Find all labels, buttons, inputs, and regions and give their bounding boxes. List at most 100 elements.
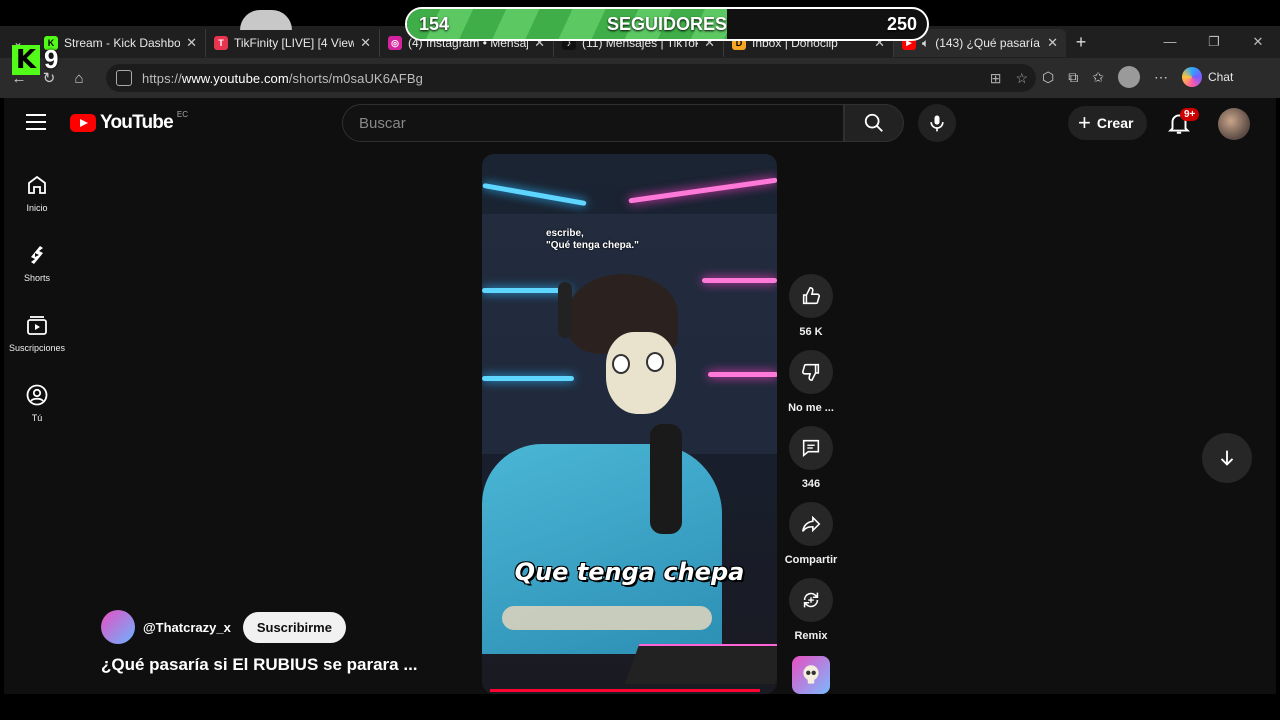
copilot-chat-button[interactable]: Chat: [1181, 67, 1234, 87]
home-icon: [28, 175, 46, 194]
sound-thumbnail[interactable]: [792, 656, 830, 694]
channel-info: @Thatcrazy_x Suscribirme: [101, 610, 346, 644]
favorite-star-icon[interactable]: ☆: [1015, 70, 1028, 87]
you-icon: [26, 384, 48, 406]
create-label: Crear: [1096, 115, 1134, 131]
comment-count: 346: [801, 478, 821, 490]
url-domain: www.youtube.com: [181, 70, 289, 86]
mini-guide: Inicio Shorts Suscripciones Tú: [4, 158, 70, 438]
tab-title: TikFinity [LIVE] [4 Viewers]: [234, 36, 354, 50]
tab-tikfinity[interactable]: T TikFinity [LIVE] [4 Viewers] ✕: [206, 29, 380, 57]
like-circle: [789, 274, 833, 318]
dislike-circle: [789, 350, 833, 394]
character-eye: [646, 352, 664, 372]
search-input[interactable]: [359, 114, 843, 132]
search-box: [342, 104, 844, 142]
rail-label: Suscripciones: [8, 343, 66, 353]
home-browser-icon[interactable]: ⌂: [64, 70, 94, 87]
neon-light: [482, 182, 587, 207]
tikfinity-favicon-icon: T: [214, 36, 228, 50]
rail-label: Tú: [31, 413, 43, 423]
remix-circle: [789, 578, 833, 622]
rail-item-shorts[interactable]: Shorts: [4, 228, 70, 298]
short-video-player[interactable]: escribe, "Qué tenga chepa." Que tenga ch…: [482, 154, 777, 694]
neon-light: [708, 372, 777, 377]
short-title[interactable]: ¿Qué pasaría si El RUBIUS se parara ...: [101, 655, 418, 675]
logo-text: YouTube: [100, 112, 174, 133]
next-short-button[interactable]: [1202, 433, 1252, 483]
video-caption: Que tenga chepa: [514, 558, 745, 586]
character-head: [568, 274, 678, 414]
youtube-masthead: YouTube EC + Crear 9+: [4, 98, 1276, 148]
profile-avatar[interactable]: [1117, 66, 1140, 88]
arrow-down-icon: [1220, 450, 1234, 466]
address-bar-actions: ⊞ ☆: [990, 70, 1028, 87]
tab-title: Stream - Kick Dashboard: [64, 36, 181, 50]
character-skull: [606, 332, 676, 414]
guide-menu-icon[interactable]: [26, 114, 46, 135]
site-info-icon[interactable]: [116, 70, 132, 86]
extensions-icon[interactable]: ⬡: [1042, 69, 1054, 86]
remix-button[interactable]: Remix: [787, 578, 835, 642]
notifications-button[interactable]: 9+: [1166, 108, 1200, 138]
restore-icon[interactable]: ❐: [1192, 34, 1236, 50]
url-text: https://www.youtube.com/shorts/m0saUK6AF…: [142, 71, 423, 86]
youtube-play-icon: [70, 114, 96, 132]
rail-item-inicio[interactable]: Inicio: [4, 158, 70, 228]
close-tab-icon[interactable]: ✕: [186, 35, 197, 51]
plus-icon: +: [1078, 110, 1091, 135]
overlay-avatar-fragment: [240, 10, 292, 30]
app-available-icon[interactable]: ⊞: [990, 70, 1002, 87]
speech-line: "Qué tenga chepa.": [546, 240, 639, 251]
character-eye: [612, 354, 630, 374]
split-screen-icon[interactable]: ⧉: [1068, 69, 1078, 86]
skull-icon: [803, 665, 819, 684]
speaker-icon[interactable]: 🔈︎: [922, 36, 929, 51]
rail-label: Shorts: [23, 273, 50, 283]
close-window-icon[interactable]: ✕: [1236, 34, 1280, 50]
new-tab-button[interactable]: +: [1066, 32, 1096, 53]
voice-search-button[interactable]: [918, 104, 956, 142]
share-icon: [801, 515, 821, 533]
search-button[interactable]: [844, 104, 904, 142]
browser-toolbar: ← ↻ ⌂ https://www.youtube.com/shorts/m0s…: [0, 58, 1280, 98]
close-tab-icon[interactable]: ✕: [360, 35, 371, 51]
dislike-icon: [801, 363, 820, 382]
comments-button[interactable]: 346: [787, 426, 835, 490]
youtube-logo[interactable]: YouTube EC: [70, 110, 188, 134]
channel-avatar[interactable]: [101, 610, 135, 644]
channel-name[interactable]: @Thatcrazy_x: [143, 620, 231, 635]
share-circle: [789, 502, 833, 546]
close-tab-icon[interactable]: ✕: [1047, 35, 1058, 51]
tab-kick-dashboard[interactable]: K Stream - Kick Dashboard ✕: [36, 29, 206, 57]
dislike-button[interactable]: No me ...: [787, 350, 835, 414]
microphone-icon: [930, 115, 944, 132]
neon-light: [482, 376, 574, 381]
remix-icon: [803, 592, 819, 608]
goal-label: SEGUIDORES: [606, 14, 728, 34]
favorites-icon[interactable]: ✩: [1092, 69, 1104, 86]
video-progress-bar[interactable]: [490, 689, 760, 692]
comment-circle: [789, 426, 833, 470]
rail-item-suscripciones[interactable]: Suscripciones: [4, 298, 70, 368]
youtube-page: YouTube EC + Crear 9+: [4, 98, 1276, 694]
neon-light: [628, 177, 777, 204]
share-button[interactable]: Compartir: [785, 502, 837, 566]
speech-text: escribe, "Qué tenga chepa.": [546, 228, 639, 252]
like-icon: [802, 286, 821, 305]
minimize-icon[interactable]: —: [1148, 34, 1192, 50]
skeleton-hand: [502, 606, 712, 630]
subscribe-button[interactable]: Suscribirme: [242, 611, 346, 643]
create-button[interactable]: + Crear: [1068, 106, 1148, 140]
kick-viewer-badge: K 9: [12, 44, 58, 75]
chat-label: Chat: [1207, 70, 1234, 84]
rail-item-tu[interactable]: Tú: [4, 368, 70, 438]
studio-microphone: [650, 424, 682, 534]
more-menu-icon[interactable]: ⋯: [1154, 69, 1168, 86]
account-avatar[interactable]: [1218, 108, 1250, 140]
screen: ⌄ K Stream - Kick Dashboard ✕ T TikFinit…: [0, 0, 1280, 720]
like-button[interactable]: 56 K: [787, 274, 835, 338]
tab-title: (143) ¿Qué pasaría: [935, 36, 1040, 50]
address-bar[interactable]: https://www.youtube.com/shorts/m0saUK6AF…: [106, 64, 1036, 92]
url-prefix: https://: [142, 70, 182, 86]
